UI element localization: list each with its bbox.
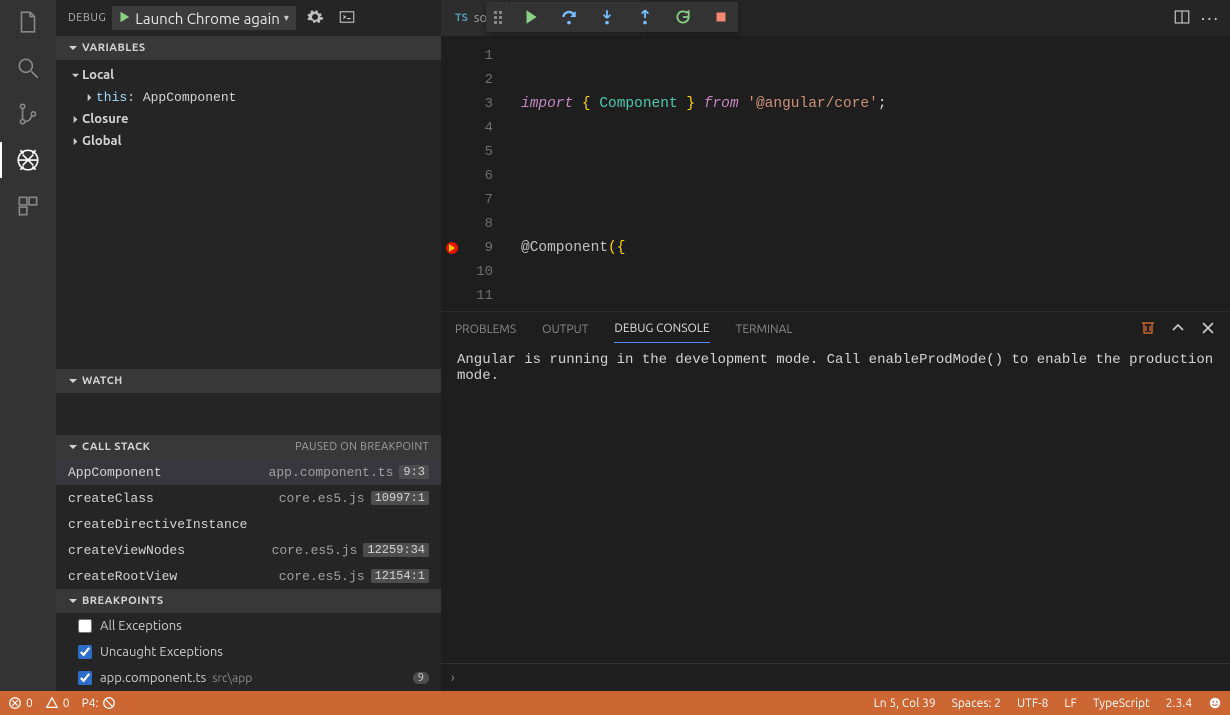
callstack-frame[interactable]: AppComponentapp.component.ts9:3 <box>56 459 441 485</box>
bottom-panel: PROBLEMS OUTPUT DEBUG CONSOLE TERMINAL A… <box>441 311 1230 691</box>
chevron-right-icon <box>82 93 96 102</box>
panel-tab-problems[interactable]: PROBLEMS <box>455 316 516 343</box>
chevron-down-icon <box>68 43 80 53</box>
launch-config-label: Launch Chrome again <box>135 10 280 27</box>
scope-global[interactable]: Global <box>56 130 441 152</box>
chevron-down-icon <box>68 442 80 452</box>
chevron-down-icon <box>68 376 80 386</box>
chevron-down-icon <box>68 71 82 80</box>
breakpoint-marker[interactable] <box>446 242 458 254</box>
breakpoint-row[interactable]: Uncaught Exceptions <box>56 639 441 665</box>
restart-icon[interactable] <box>674 8 692 26</box>
more-actions-icon[interactable]: ··· <box>1201 8 1220 28</box>
scope-closure[interactable]: Closure <box>56 108 441 130</box>
breakpoint-checkbox[interactable] <box>78 645 92 659</box>
split-editor-icon[interactable] <box>1173 8 1191 29</box>
status-cursor[interactable]: Ln 5, Col 39 <box>874 696 936 710</box>
panel-tab-debug-console[interactable]: DEBUG CONSOLE <box>614 315 709 343</box>
status-warnings[interactable]: 0 <box>45 696 70 710</box>
debug-icon[interactable] <box>14 146 42 174</box>
breakpoint-row[interactable]: app.component.tssrc\app9 <box>56 665 441 691</box>
panel-tabs: PROBLEMS OUTPUT DEBUG CONSOLE TERMINAL <box>441 312 1230 346</box>
debug-console-output: Angular is running in the development mo… <box>441 346 1230 663</box>
collapse-panel-icon[interactable] <box>1170 320 1186 339</box>
section-title: WATCH <box>82 375 123 387</box>
activity-bar <box>0 0 56 691</box>
callstack-frame[interactable]: createDirectiveInstance <box>56 511 441 537</box>
status-eol[interactable]: LF <box>1064 696 1076 710</box>
chevron-right-icon <box>68 137 82 146</box>
debug-console-toggle-icon[interactable] <box>334 8 360 29</box>
callstack-status: PAUSED ON BREAKPOINT <box>295 441 429 453</box>
section-title: CALL STACK <box>82 441 150 453</box>
debug-console-input[interactable]: › <box>441 663 1230 691</box>
extensions-icon[interactable] <box>14 192 42 220</box>
status-p4[interactable]: P4: <box>82 696 117 710</box>
panel-tab-output[interactable]: OUTPUT <box>542 316 588 343</box>
breakpoint-checkbox[interactable] <box>78 671 92 685</box>
section-breakpoints[interactable]: BREAKPOINTS <box>56 589 441 613</box>
status-encoding[interactable]: UTF-8 <box>1017 696 1048 710</box>
debug-toolbar <box>486 2 738 32</box>
status-bar: 0 0 P4: Ln 5, Col 39 Spaces: 2 UTF-8 LF … <box>0 691 1230 715</box>
clear-console-icon[interactable] <box>1140 320 1156 339</box>
feedback-icon[interactable] <box>1208 696 1222 710</box>
scope-local[interactable]: Local <box>56 64 441 86</box>
chevron-right-icon <box>68 115 82 124</box>
explorer-icon[interactable] <box>14 8 42 36</box>
drag-handle-icon[interactable] <box>494 11 502 24</box>
variable-this[interactable]: this: AppComponent <box>56 86 441 108</box>
step-into-icon[interactable] <box>598 8 616 26</box>
callstack-frame[interactable]: createViewNodescore.es5.js12259:34 <box>56 537 441 563</box>
step-over-icon[interactable] <box>560 8 578 26</box>
code-editor[interactable]: 1 2 3 4 5 6 7 8 9 10 11 import { Compone… <box>441 36 1230 311</box>
status-errors[interactable]: 0 <box>8 696 33 710</box>
debug-sidebar: DEBUG Launch Chrome again ▾ VARIABLES L <box>56 0 441 691</box>
chevron-down-icon: ▾ <box>284 12 289 24</box>
gear-icon[interactable] <box>302 8 328 29</box>
watch-body <box>56 393 441 435</box>
breakpoint-row[interactable]: All Exceptions <box>56 613 441 639</box>
launch-config-select[interactable]: Launch Chrome again ▾ <box>112 6 296 30</box>
sidebar-title: DEBUG <box>68 12 106 24</box>
continue-icon[interactable] <box>522 8 540 26</box>
callstack-frame[interactable]: createRootViewcore.es5.js12154:1 <box>56 563 441 589</box>
debug-header: DEBUG Launch Chrome again ▾ <box>56 0 441 36</box>
callstack-frame[interactable]: createClasscore.es5.js10997:1 <box>56 485 441 511</box>
status-spaces[interactable]: Spaces: 2 <box>952 696 1001 710</box>
section-title: BREAKPOINTS <box>82 595 164 607</box>
section-watch[interactable]: WATCH <box>56 369 441 393</box>
chevron-down-icon <box>68 596 80 606</box>
step-out-icon[interactable] <box>636 8 654 26</box>
section-variables[interactable]: VARIABLES <box>56 36 441 60</box>
breakpoint-checkbox[interactable] <box>78 619 92 633</box>
source-control-icon[interactable] <box>14 100 42 128</box>
status-language[interactable]: TypeScript <box>1093 696 1150 710</box>
search-icon[interactable] <box>14 54 42 82</box>
editor-area: TS son TS app.module.ts ··· 1 2 3 4 <box>441 0 1230 691</box>
status-version[interactable]: 2.3.4 <box>1166 696 1192 710</box>
section-title: VARIABLES <box>82 42 146 54</box>
line-gutter: 1 2 3 4 5 6 7 8 9 10 11 <box>441 36 507 311</box>
close-panel-icon[interactable] <box>1200 320 1216 339</box>
typescript-icon: TS <box>455 12 468 24</box>
chevron-right-icon: › <box>451 671 455 685</box>
section-callstack[interactable]: CALL STACK PAUSED ON BREAKPOINT <box>56 435 441 459</box>
panel-tab-terminal[interactable]: TERMINAL <box>736 316 793 343</box>
start-debug-icon[interactable] <box>117 10 131 27</box>
stop-icon[interactable] <box>712 8 730 26</box>
